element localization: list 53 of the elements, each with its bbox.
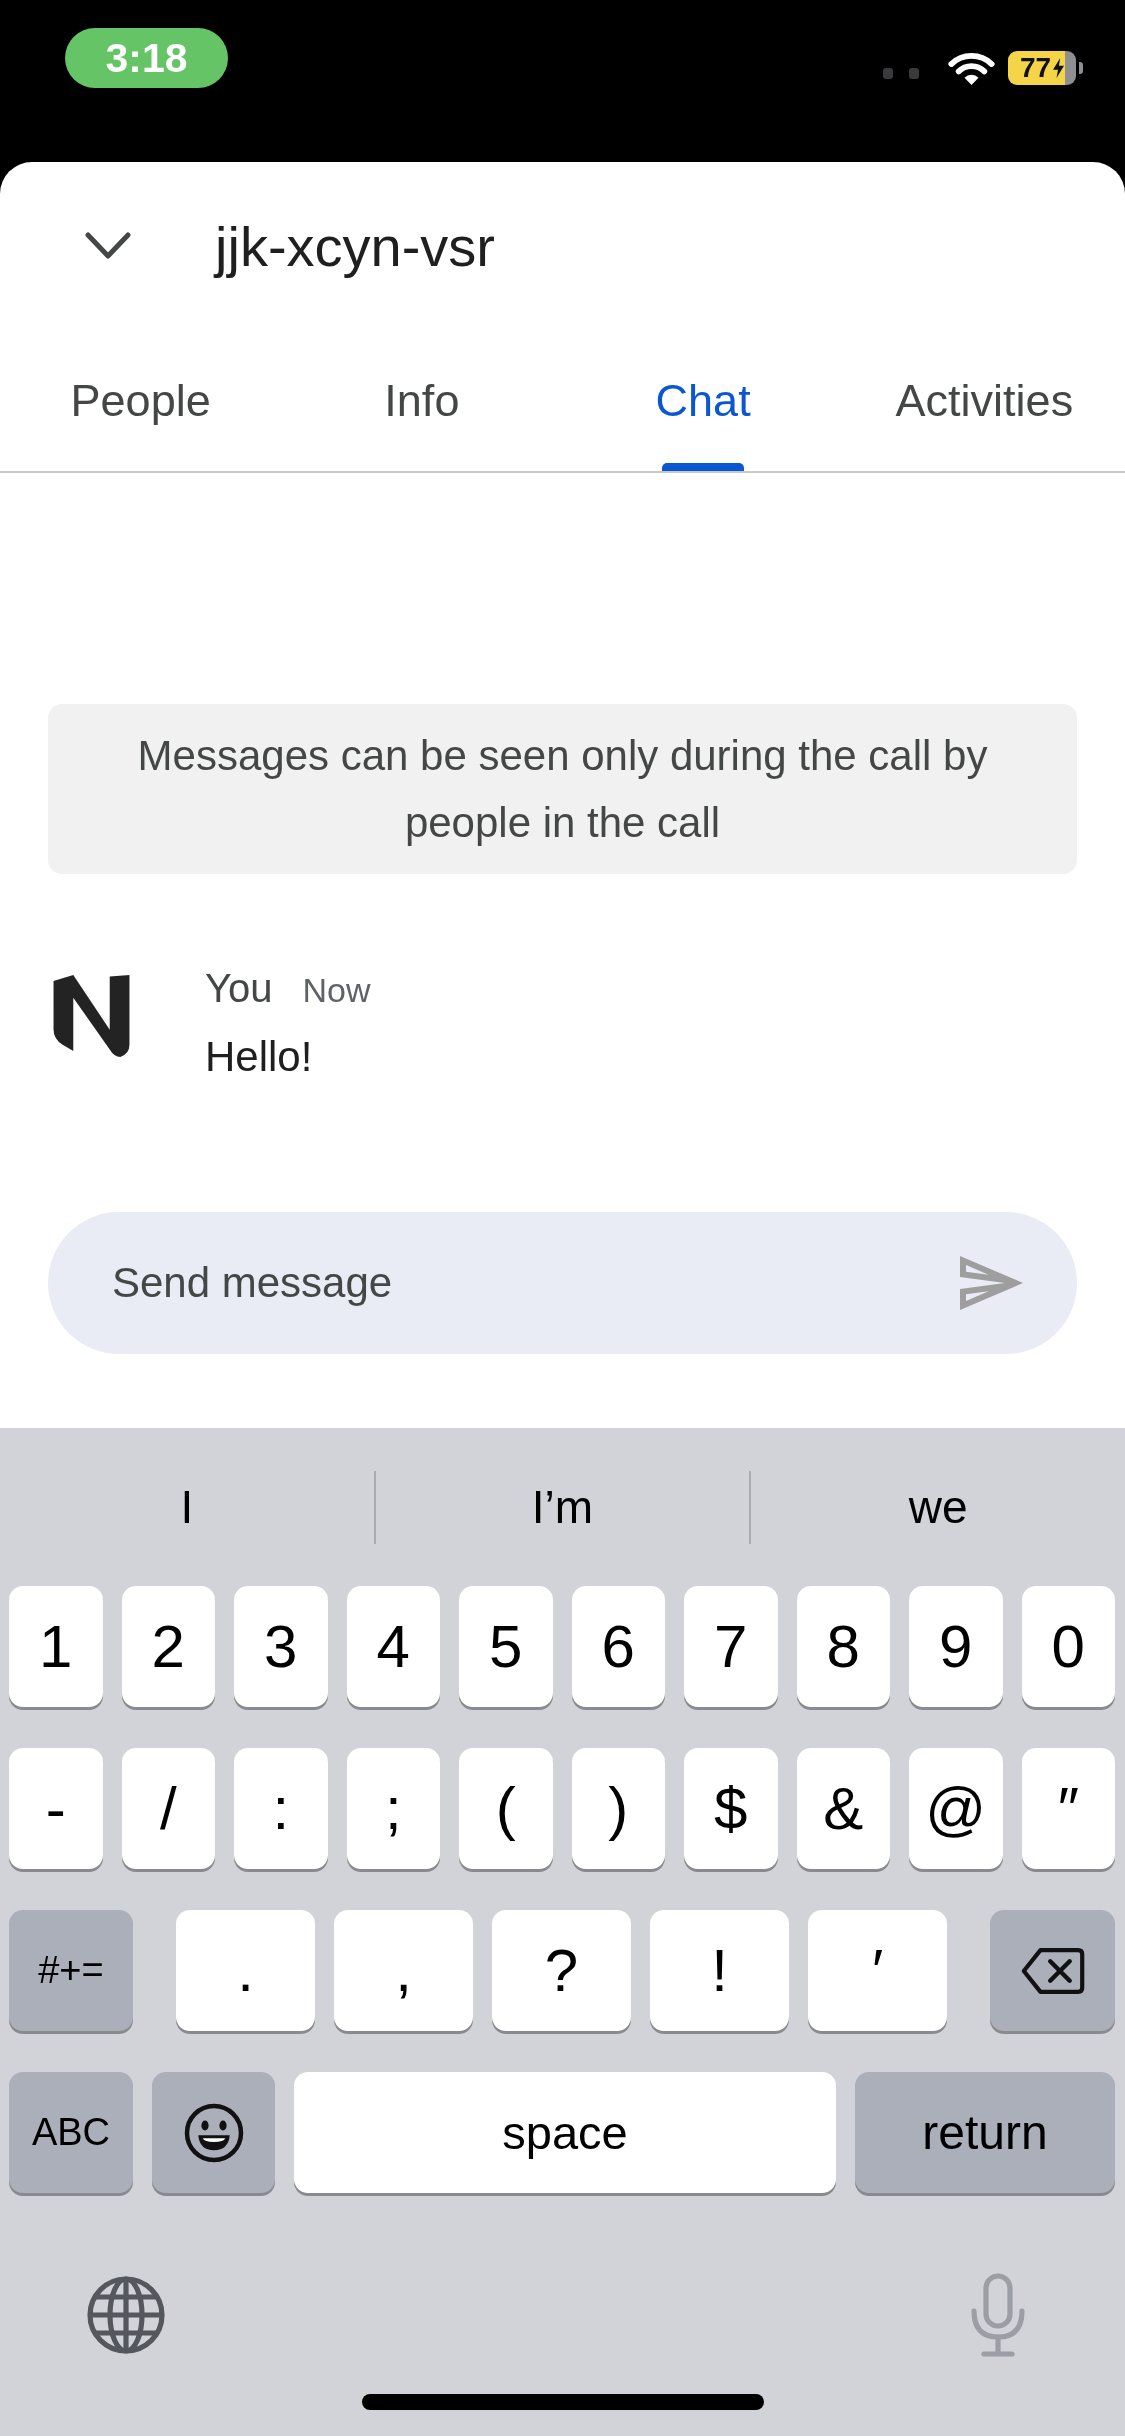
emoji-key[interactable] — [152, 2072, 275, 2193]
tab[interactable]: Activities — [843, 330, 1125, 471]
signal-icon — [883, 67, 919, 79]
backspace-key[interactable] — [990, 1910, 1115, 2031]
mode-switch-key[interactable]: #+= — [9, 1910, 133, 2031]
keyboard-key[interactable]: ″ — [1021, 1748, 1115, 1869]
keyboard-key[interactable]: ( — [459, 1748, 553, 1869]
avatar-logo-icon — [53, 975, 130, 1057]
word-suggestion[interactable]: I — [0, 1428, 374, 1586]
keyboard-key[interactable]: 7 — [684, 1586, 778, 1707]
tab[interactable]: People — [0, 330, 282, 471]
keyboard-key[interactable]: ; — [346, 1748, 440, 1869]
word-suggestion[interactable]: I’m — [375, 1428, 750, 1586]
keyboard-key[interactable]: $ — [684, 1748, 778, 1869]
tab[interactable]: Info — [281, 330, 563, 471]
keyboard-key[interactable]: @ — [909, 1748, 1003, 1869]
message-time: Now — [302, 970, 371, 1011]
keyboard-key[interactable]: 8 — [796, 1586, 890, 1707]
keyboard-key[interactable]: 0 — [1021, 1586, 1115, 1707]
keyboard-key[interactable]: & — [796, 1748, 890, 1869]
keyboard-key[interactable]: : — [234, 1748, 328, 1869]
chat-notice: Messages can be seen only during the call by people in the call — [48, 704, 1077, 874]
keyboard-key[interactable]: 1 — [9, 1586, 103, 1707]
wifi-icon — [948, 51, 995, 85]
word-suggestion[interactable]: we — [751, 1428, 1125, 1586]
smiley-icon — [183, 2102, 244, 2163]
keyboard-key[interactable]: - — [9, 1748, 103, 1869]
keyboard-key[interactable]: 4 — [346, 1586, 440, 1707]
space-bar[interactable]: space — [294, 2072, 836, 2193]
keyboard-key[interactable]: 5 — [459, 1586, 553, 1707]
keyboard-key[interactable]: ! — [650, 1910, 789, 2031]
tab[interactable]: Chat — [562, 330, 844, 471]
keyboard-key[interactable]: 9 — [909, 1586, 1003, 1707]
keyboard-key[interactable]: ? — [492, 1910, 631, 2031]
keyboard-key[interactable]: ′ — [808, 1910, 947, 2031]
mode-switch-key[interactable]: ABC — [9, 2072, 133, 2193]
keyboard-key[interactable]: 2 — [121, 1586, 215, 1707]
keyboard-key[interactable]: . — [176, 1910, 315, 2031]
keyboard-key[interactable]: , — [334, 1910, 473, 2031]
keyboard-key[interactable]: 6 — [571, 1586, 665, 1707]
meeting-code-title: jjk-xcyn-vsr — [215, 213, 495, 279]
keyboard-key[interactable]: ) — [571, 1748, 665, 1869]
return-key[interactable]: return — [855, 2072, 1115, 2193]
message-text: Hello! — [205, 1032, 314, 1082]
battery-percentage: 77 — [1019, 52, 1052, 84]
chevron-down-icon[interactable] — [85, 232, 131, 260]
keyboard-key[interactable]: 3 — [234, 1586, 328, 1707]
message-input-field[interactable]: Send message — [48, 1212, 1077, 1354]
globe-icon[interactable] — [86, 2275, 166, 2355]
backspace-icon — [1020, 1946, 1085, 1995]
keyboard-key[interactable]: / — [121, 1748, 215, 1869]
sender-name: You — [205, 965, 273, 1012]
status-time: 3:18 — [65, 28, 228, 88]
